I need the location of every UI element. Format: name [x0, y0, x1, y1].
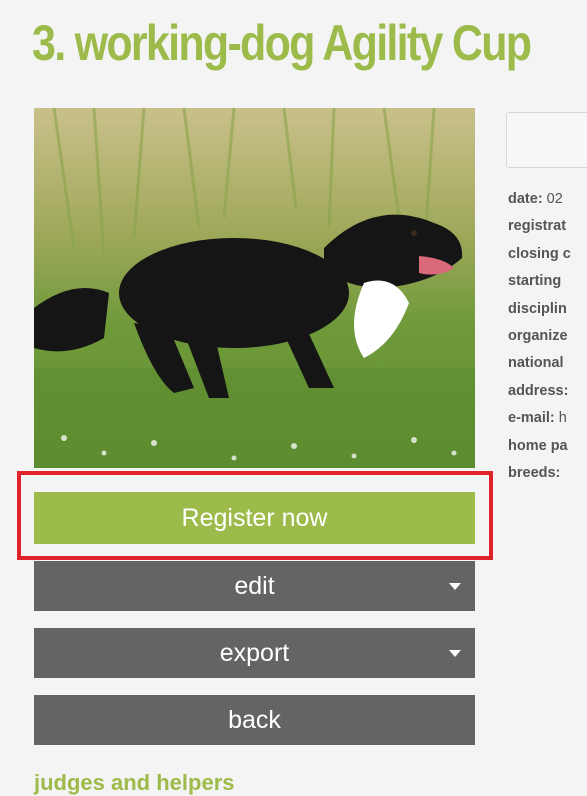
edit-dropdown-button[interactable]: edit	[34, 561, 475, 611]
detail-breeds: breeds:	[508, 464, 561, 481]
detail-date: date: 02	[508, 191, 563, 207]
judges-helpers-heading: judges and helpers	[34, 770, 235, 795]
detail-email: e-mail: h	[508, 410, 567, 427]
event-details: date: 02 registrat closing c starting di…	[508, 186, 571, 487]
edit-label: edit	[234, 571, 275, 600]
detail-starting: starting	[508, 273, 562, 290]
export-label: export	[219, 638, 290, 667]
detail-national: national	[508, 355, 564, 372]
detail-address: address:	[508, 382, 569, 399]
export-dropdown-button[interactable]: export	[34, 628, 475, 678]
detail-organizer: organize	[508, 327, 568, 344]
detail-homepage: home pa	[508, 437, 568, 454]
detail-registration: registrat	[508, 218, 567, 235]
caret-down-icon	[449, 583, 461, 590]
page-title: 3. working-dog Agility Cup	[32, 15, 532, 71]
back-button[interactable]: back	[34, 695, 475, 745]
detail-discipline: disciplin	[508, 300, 567, 317]
register-button[interactable]: Register now	[34, 492, 475, 544]
detail-closing: closing c	[508, 245, 571, 262]
caret-down-icon	[449, 650, 461, 657]
info-box	[506, 112, 587, 168]
event-photo	[34, 108, 475, 468]
